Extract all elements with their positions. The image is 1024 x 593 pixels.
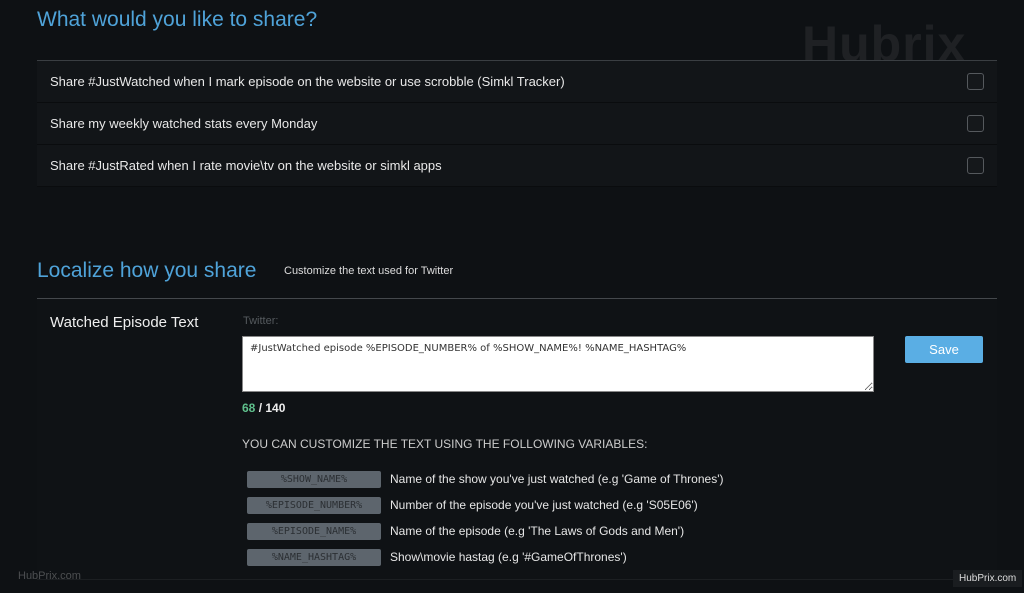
share-option-label: Share #JustRated when I rate movie\tv on… <box>50 158 442 173</box>
variable-item: %SHOW_NAME% Name of the show you've just … <box>247 466 723 492</box>
share-option-label: Share #JustWatched when I mark episode o… <box>50 74 565 89</box>
variable-item: %EPISODE_NAME% Name of the episode (e.g '… <box>247 518 723 544</box>
variable-description: Show\movie hastag (e.g '#GameOfThrones') <box>390 550 627 564</box>
share-option-checkbox[interactable] <box>967 157 984 174</box>
variables-heading: YOU CAN CUSTOMIZE THE TEXT USING THE FOL… <box>242 437 648 451</box>
watched-episode-label: Watched Episode Text <box>50 314 199 331</box>
save-button[interactable]: Save <box>905 336 983 363</box>
share-option-checkbox[interactable] <box>967 115 984 132</box>
share-option-weekly-stats[interactable]: Share my weekly watched stats every Mond… <box>37 103 997 145</box>
variable-tag: %SHOW_NAME% <box>247 470 381 488</box>
watermark-bottom-right: HubPrix.com <box>953 570 1023 587</box>
share-options-list: Share #JustWatched when I mark episode o… <box>37 60 997 187</box>
variables-list: %SHOW_NAME% Name of the show you've just … <box>247 466 723 570</box>
character-count-max: / 140 <box>255 401 286 415</box>
variable-tag: %NAME_HASHTAG% <box>247 548 381 566</box>
localize-section-subtitle: Customize the text used for Twitter <box>284 265 454 277</box>
watermark-bottom-left: HubPrix.com <box>18 570 81 582</box>
share-option-checkbox[interactable] <box>967 73 984 90</box>
share-section-title: What would you like to share? <box>37 8 318 31</box>
variable-item: %EPISODE_NUMBER% Number of the episode yo… <box>247 492 723 518</box>
variable-tag: %EPISODE_NAME% <box>247 522 381 540</box>
share-option-just-rated[interactable]: Share #JustRated when I rate movie\tv on… <box>37 145 997 187</box>
twitter-text-input[interactable] <box>242 336 874 392</box>
localize-section-title: Localize how you share <box>37 259 257 282</box>
share-option-label: Share my weekly watched stats every Mond… <box>50 116 318 131</box>
variable-item: %NAME_HASHTAG% Show\movie hastag (e.g '#G… <box>247 544 723 570</box>
character-count-used: 68 <box>242 401 256 415</box>
variable-description: Number of the episode you've just watche… <box>390 498 698 512</box>
share-option-just-watched[interactable]: Share #JustWatched when I mark episode o… <box>37 61 997 103</box>
variable-description: Name of the episode (e.g 'The Laws of Go… <box>390 524 685 538</box>
variable-tag: %EPISODE_NUMBER% <box>247 496 381 514</box>
character-counter: 68 / 140 <box>242 401 285 415</box>
twitter-field-label: Twitter: <box>243 315 279 327</box>
variable-description: Name of the show you've just watched (e.… <box>390 472 724 486</box>
